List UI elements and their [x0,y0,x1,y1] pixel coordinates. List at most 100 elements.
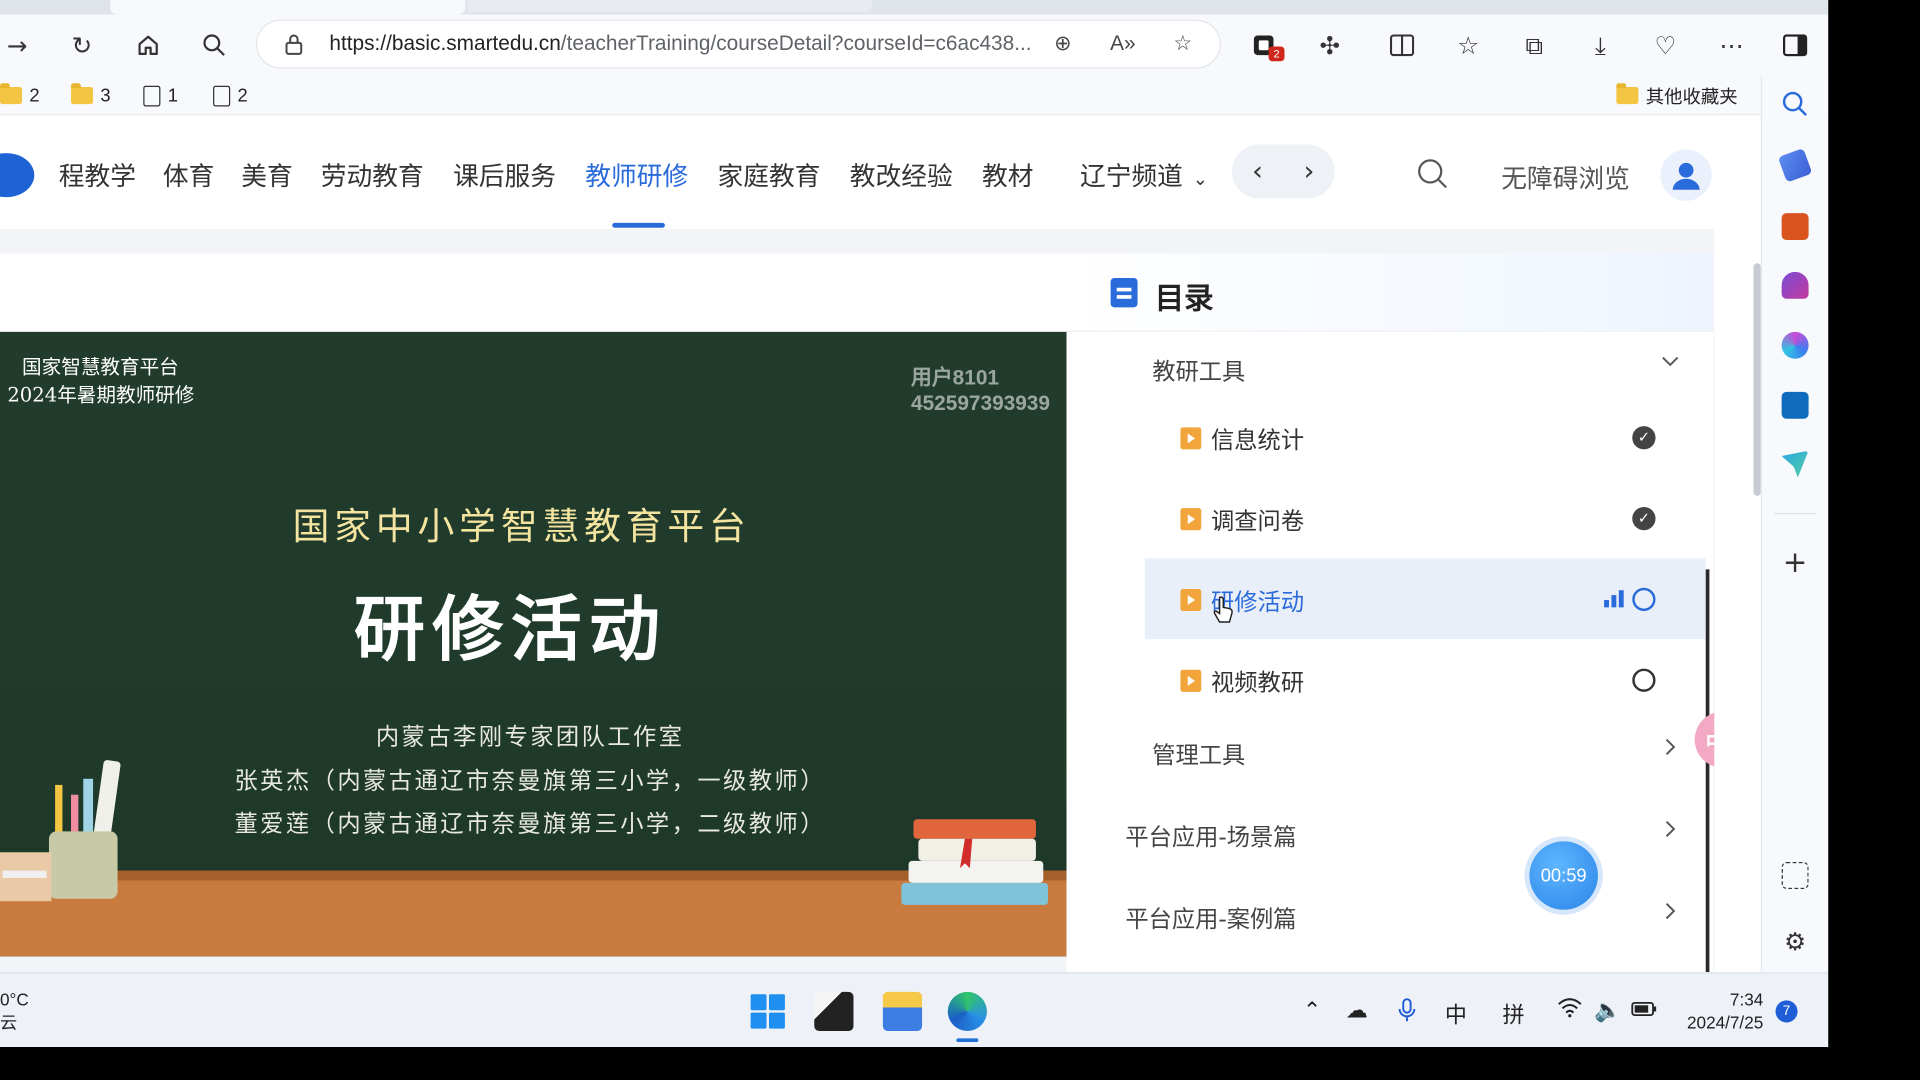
nav-item[interactable]: 家庭教育 [718,157,821,194]
address-bar[interactable]: https://basic.smartedu.cn/teacherTrainin… [257,20,1220,68]
clock-date: 2024/7/25 [1686,1012,1764,1033]
nav-item-active[interactable]: 教师研修 [585,157,688,194]
volume-icon[interactable]: 🔈 [1594,998,1621,1024]
site-nav: 程教学 体育 美育 劳动教育 课后服务 教师研修 家庭教育 教改经验 教材 辽宁… [0,116,1715,229]
more-menu-icon[interactable]: ⋯ [1714,28,1748,62]
nav-item[interactable]: 体育 [163,157,214,194]
catalog-section[interactable]: 平台应用-场景篇 [1125,819,1296,852]
system-clock[interactable]: 7:34 2024/7/25 [1680,988,1763,1035]
favorite-star-icon[interactable]: ☆ [1171,32,1195,56]
battery-icon[interactable] [1631,998,1658,1024]
copilot-icon[interactable] [1781,331,1809,359]
lock-icon[interactable] [282,32,306,56]
page-scrollbar[interactable] [1714,116,1761,973]
site-logo[interactable] [0,153,35,198]
forward-icon[interactable]: → [0,28,34,62]
edge-divider [1774,513,1816,515]
accessibility-link[interactable]: 无障碍浏览 [1501,159,1630,196]
outlook-icon[interactable] [1781,391,1809,419]
ime-mode[interactable]: 中 [1445,998,1467,1030]
content-header [0,253,1067,332]
weather-widget[interactable]: 0°C 云 [0,988,29,1035]
toolbox-icon[interactable] [1781,213,1809,241]
performance-icon[interactable]: ♡ [1648,28,1682,62]
bookmark-folder[interactable]: 3 [71,83,111,107]
wifi-icon[interactable] [1558,998,1582,1024]
weather-temp: 0°C [0,989,29,1009]
bookmark-other-favorites[interactable]: 其他收藏夹 [1616,83,1738,107]
active-app-indicator [956,1038,979,1043]
edge-sidebar: + ⚙ [1760,75,1829,973]
refresh-icon[interactable]: ↻ [65,28,99,62]
taskview-app-icon[interactable] [814,991,854,1032]
zoom-icon[interactable]: ⊕ [1051,32,1075,56]
catalog-section[interactable]: 管理工具 [1152,737,1245,770]
chevron-right-icon[interactable] [1660,901,1680,927]
catalog-item[interactable]: 视频教研 [1145,639,1706,720]
catalog-scrollbar[interactable] [1705,569,1710,973]
site-search-icon[interactable] [1417,158,1449,190]
bookmark-label: 2 [237,85,248,106]
tray-chevron-up-icon[interactable]: ⌃ [1303,998,1321,1024]
chevron-right-icon[interactable] [1660,737,1680,763]
nav-item[interactable]: 劳动教育 [321,157,424,194]
windows-start-icon[interactable] [750,994,785,1029]
chess-icon[interactable] [1781,271,1809,299]
video-player[interactable]: 国家智慧教育平台 2024年暑期教师研修 用户8101 452597393939… [0,331,1067,957]
nav-item[interactable]: 教改经验 [850,157,953,194]
download-icon[interactable]: ⤓ [1583,28,1617,62]
split-screen-icon[interactable] [1385,28,1419,62]
read-aloud-icon[interactable]: A» [1110,32,1135,56]
chevron-down-icon[interactable] [1660,351,1680,377]
mouse-cursor-icon [1213,596,1233,623]
catalog-section[interactable]: 教研工具 [1152,354,1245,387]
notification-badge[interactable]: 7 [1775,1000,1798,1023]
catalog-title: 目录 [1154,281,1214,316]
catalog-item[interactable]: 信息统计 ✓ [1145,397,1706,478]
catalog-item-label: 信息统计 [1211,427,1305,455]
nav-item[interactable]: 美育 [241,157,292,194]
edge-search-icon[interactable] [1782,91,1809,118]
add-icon[interactable]: + [1782,547,1809,576]
nav-item[interactable]: 教材 [982,157,1033,194]
microphone-icon[interactable] [1398,998,1416,1029]
send-icon[interactable] [1781,450,1809,478]
chevron-right-icon[interactable]: › [1304,156,1315,187]
home-icon[interactable] [131,28,165,62]
region-dropdown[interactable]: 辽宁频道 ⌄ [1080,157,1208,194]
video-doc-icon [1180,669,1202,692]
collections-icon[interactable]: ⧉ [1517,28,1551,62]
settings-gear-icon[interactable]: ⚙ [1782,928,1809,955]
avatar[interactable] [1660,149,1712,201]
tab-other[interactable] [467,0,872,13]
url-text[interactable]: https://basic.smartedu.cn/teacherTrainin… [329,32,1031,56]
video-brand-line1: 国家智慧教育平台 [22,355,179,379]
bookmark-folder[interactable]: 2 [0,83,40,107]
tag-icon[interactable] [1777,148,1813,183]
chevron-right-icon[interactable] [1660,819,1680,845]
screen-content: → ↻ https://basic.smartedu.cn/teacherTra… [0,0,1920,1080]
tab-active[interactable] [110,0,466,15]
browser-window: → ↻ https://basic.smartedu.cn/teacherTra… [0,0,1829,1047]
sidebar-toggle-icon[interactable] [1778,28,1812,62]
file-explorer-icon[interactable] [882,991,923,1032]
puzzle-icon[interactable]: ✣ [1313,28,1347,62]
screenshot-icon[interactable] [1781,862,1809,889]
catalog-item-active[interactable]: 研修活动 [1144,558,1706,640]
books-illustration [901,819,1049,905]
catalog-item-label: 调查问卷 [1211,508,1305,536]
nav-item[interactable]: 程教学 [59,157,136,194]
search-icon[interactable] [197,28,231,62]
scrollbar-thumb[interactable] [1753,263,1761,496]
catalog-item[interactable]: 调查问卷 ✓ [1145,478,1706,559]
bookmark-page[interactable]: 2 [213,83,248,107]
bookmark-page[interactable]: 1 [143,83,178,107]
chevron-left-icon[interactable]: ‹ [1252,156,1263,187]
edge-browser-icon[interactable] [947,991,987,1032]
catalog-section[interactable]: 平台应用-案例篇 [1125,901,1296,934]
ime-pinyin[interactable]: 拼 [1502,998,1524,1030]
favorites-icon[interactable]: ☆ [1451,28,1485,62]
catalog-header: 目录 [1066,253,1714,332]
onedrive-cloud-icon[interactable]: ☁ [1346,998,1368,1024]
nav-item[interactable]: 课后服务 [453,157,556,194]
